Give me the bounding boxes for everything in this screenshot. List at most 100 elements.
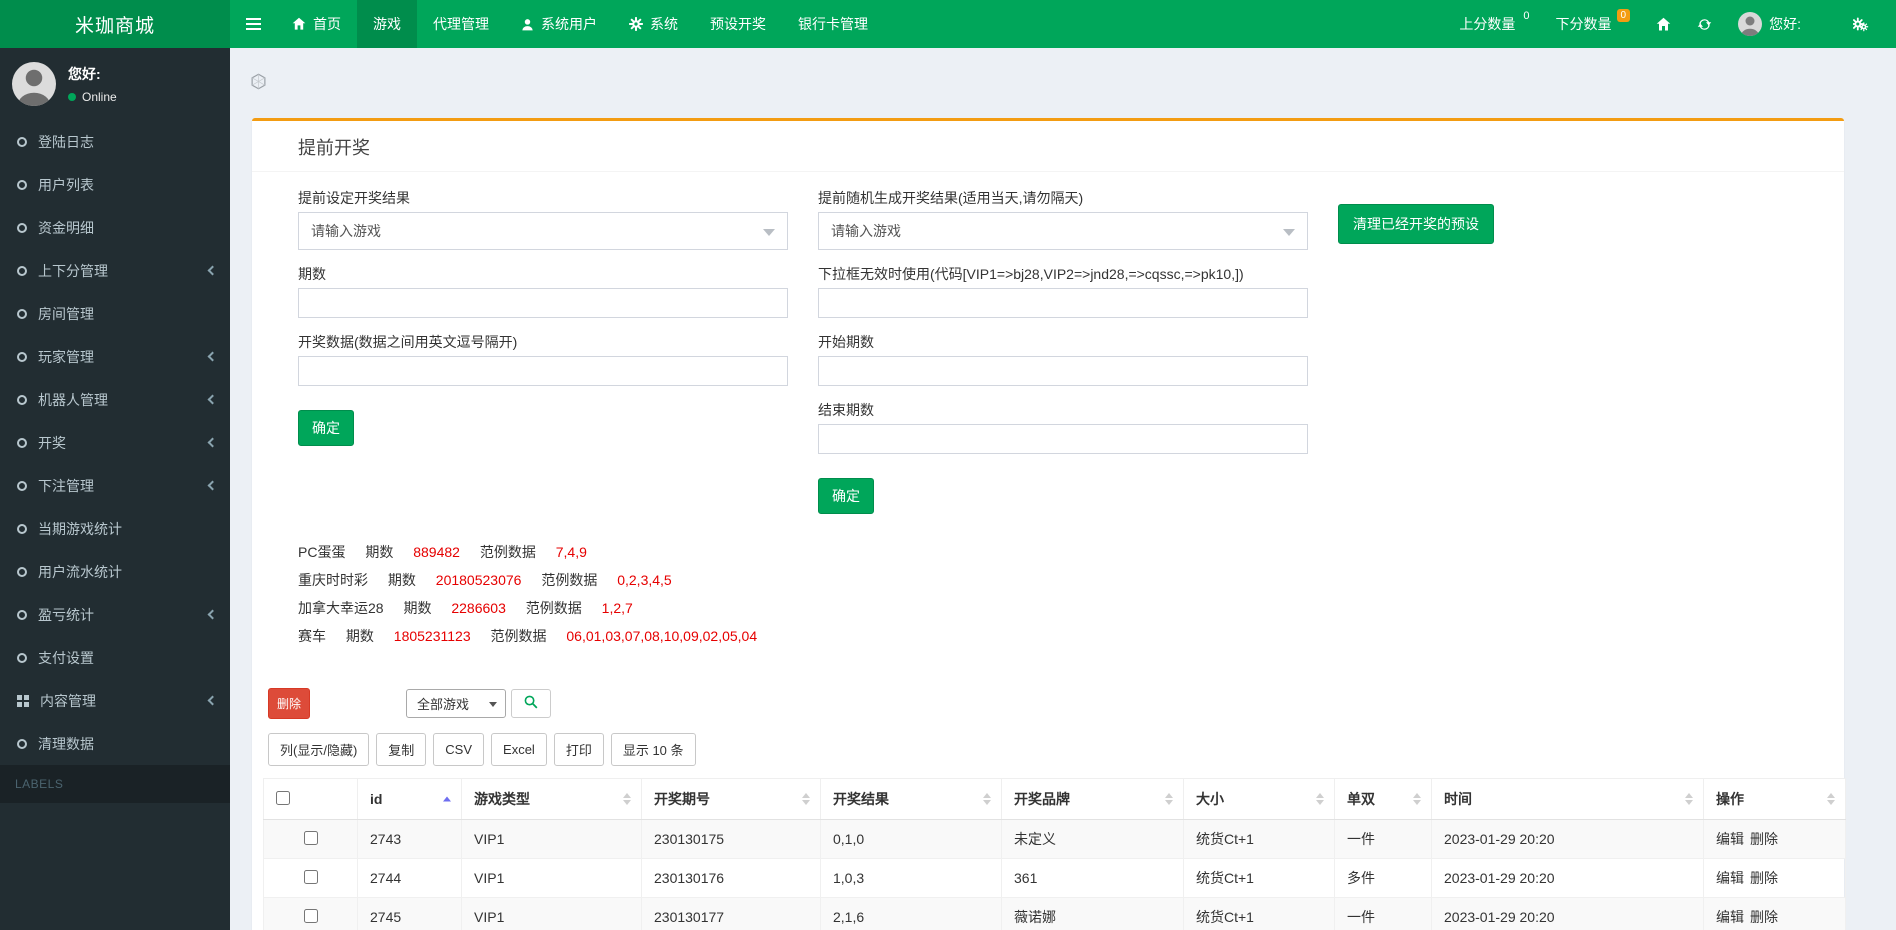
delete-button[interactable]: 删除 xyxy=(268,688,310,719)
sidebar-item-bet-mgmt[interactable]: 下注管理 xyxy=(0,464,230,507)
sidebar-item-robot-mgmt[interactable]: 机器人管理 xyxy=(0,378,230,421)
column-header-size[interactable]: 大小 xyxy=(1184,779,1335,820)
code-input[interactable] xyxy=(818,288,1308,318)
clear-drawn-presets-button[interactable]: 清理已经开奖的预设 xyxy=(1338,204,1494,244)
circle-icon xyxy=(17,653,27,663)
sidebar-section-header: LABELS xyxy=(0,765,230,803)
example-line: 加拿大幸运28 期数 2286603 范例数据 1,2,7 xyxy=(298,594,1798,622)
sidebar-item-score-mgmt[interactable]: 上下分管理 xyxy=(0,249,230,292)
game-filter-select[interactable]: 全部游戏 xyxy=(406,689,506,718)
column-header-actions[interactable]: 操作 xyxy=(1704,779,1846,820)
sidebar-item-login-log[interactable]: 登陆日志 xyxy=(0,120,230,163)
nav-item-bankcards[interactable]: 银行卡管理 xyxy=(782,0,884,48)
sort-icon xyxy=(1413,793,1421,805)
csv-button[interactable]: CSV xyxy=(433,733,484,766)
user-icon xyxy=(521,18,534,31)
delete-link[interactable]: 删除 xyxy=(1750,909,1778,925)
start-period-input[interactable] xyxy=(818,356,1308,386)
draw-data-input[interactable] xyxy=(298,356,788,386)
sort-icon xyxy=(802,793,810,805)
circle-icon xyxy=(17,266,27,276)
nav-item-games[interactable]: 游戏 xyxy=(357,0,417,48)
sidebar-item-user-list[interactable]: 用户列表 xyxy=(0,163,230,206)
table-row: 2743 VIP1 230130175 0,1,0 未定义 统货Ct+1 一件 … xyxy=(264,820,1846,859)
preset-forms: 提前设定开奖结果 请输入游戏 期数 开奖数据(数据之间用英文逗号隔开) 确定 提… xyxy=(252,172,1844,514)
random-result-label: 提前随机生成开奖结果(适用当天,请勿隔天) xyxy=(818,190,1308,207)
table-toolbar: 列(显示/隐藏) 复制 CSV Excel 打印 显示 10 条 xyxy=(263,719,1833,778)
circle-icon xyxy=(17,223,27,233)
brand-logo[interactable]: 米珈商城 xyxy=(0,0,230,48)
column-header-time[interactable]: 时间 xyxy=(1432,779,1704,820)
edit-link[interactable]: 编辑 xyxy=(1716,870,1744,886)
column-header-draw-period[interactable]: 开奖期号 xyxy=(642,779,821,820)
sidebar-toggle-button[interactable] xyxy=(230,0,276,48)
end-period-input[interactable] xyxy=(818,424,1308,454)
example-line: 赛车 期数 1805231123 范例数据 06,01,03,07,08,10,… xyxy=(298,622,1798,650)
home-shortcut-button[interactable] xyxy=(1643,17,1684,32)
sidebar-item-user-flow-stats[interactable]: 用户流水统计 xyxy=(0,550,230,593)
excel-button[interactable]: Excel xyxy=(491,733,547,766)
delete-link[interactable]: 删除 xyxy=(1750,870,1778,886)
sidebar-item-fund-detail[interactable]: 资金明细 xyxy=(0,206,230,249)
gears-icon xyxy=(1853,16,1869,32)
period-input[interactable] xyxy=(298,288,788,318)
top-navbar: 米珈商城 首页 游戏 代理管理 系统用户 系统 预设开奖 xyxy=(0,0,1896,48)
nav-item-preset-draw[interactable]: 预设开奖 xyxy=(694,0,782,48)
sidebar: 您好: Online 登陆日志 用户列表 资金明细 上下分管理 房间管理 玩家管… xyxy=(0,48,230,930)
nav-item-system[interactable]: 系统 xyxy=(613,0,694,48)
preset-draw-panel: 提前开奖 提前设定开奖结果 请输入游戏 期数 开奖数据(数据之间用英文逗号隔开)… xyxy=(252,118,1844,930)
nav-item-agents[interactable]: 代理管理 xyxy=(417,0,505,48)
sidebar-item-clean-data[interactable]: 清理数据 xyxy=(0,722,230,765)
game-select[interactable]: 请输入游戏 xyxy=(298,212,788,250)
table-row: 2745 VIP1 230130177 2,1,6 薇诺娜 统货Ct+1 一件 … xyxy=(264,898,1846,930)
down-score-link[interactable]: 下分数量0 xyxy=(1543,14,1644,34)
column-header-id[interactable]: id xyxy=(358,779,462,820)
refresh-icon xyxy=(1697,17,1712,32)
sidebar-item-profit-stats[interactable]: 盈亏统计 xyxy=(0,593,230,636)
sidebar-item-payment-settings[interactable]: 支付设置 xyxy=(0,636,230,679)
column-header-draw-result[interactable]: 开奖结果 xyxy=(821,779,1002,820)
chevron-left-icon xyxy=(208,610,218,620)
dashboard-hex-icon[interactable] xyxy=(250,73,267,93)
chevron-left-icon xyxy=(208,266,218,276)
end-period-label: 结束期数 xyxy=(818,402,1308,419)
caret-down-icon xyxy=(489,702,497,707)
sidebar-item-player-mgmt[interactable]: 玩家管理 xyxy=(0,335,230,378)
row-checkbox[interactable] xyxy=(304,909,318,923)
settings-button[interactable] xyxy=(1840,16,1882,32)
up-score-link[interactable]: 上分数量0 xyxy=(1446,14,1542,34)
page-length-button[interactable]: 显示 10 条 xyxy=(611,733,696,766)
delete-link[interactable]: 删除 xyxy=(1750,831,1778,847)
confirm-button[interactable]: 确定 xyxy=(298,410,354,446)
column-header-odd-even[interactable]: 单双 xyxy=(1335,779,1432,820)
sidebar-item-current-game-stats[interactable]: 当期游戏统计 xyxy=(0,507,230,550)
user-menu[interactable]: 您好: xyxy=(1725,12,1814,36)
confirm-button[interactable]: 确定 xyxy=(818,478,874,514)
game-select[interactable]: 请输入游戏 xyxy=(818,212,1308,250)
sidebar-item-draw[interactable]: 开奖 xyxy=(0,421,230,464)
sidebar-item-content-mgmt[interactable]: 内容管理 xyxy=(0,679,230,722)
column-header-brand[interactable]: 开奖品牌 xyxy=(1002,779,1184,820)
refresh-button[interactable] xyxy=(1684,17,1725,32)
row-checkbox[interactable] xyxy=(304,870,318,884)
column-header-game-type[interactable]: 游戏类型 xyxy=(462,779,642,820)
nav-item-system-users[interactable]: 系统用户 xyxy=(505,0,613,48)
sort-icon xyxy=(1165,793,1173,805)
format-examples: PC蛋蛋 期数 889482 范例数据 7,4,9 重庆时时彩 期数 20180… xyxy=(252,514,1844,650)
start-period-label: 开始期数 xyxy=(818,334,1308,351)
edit-link[interactable]: 编辑 xyxy=(1716,831,1744,847)
sidebar-menu: 登陆日志 用户列表 资金明细 上下分管理 房间管理 玩家管理 机器人管理 开奖 … xyxy=(0,120,230,765)
navbar-right: 上分数量0 下分数量0 您好: xyxy=(1446,0,1896,48)
copy-button[interactable]: 复制 xyxy=(376,733,426,766)
row-checkbox[interactable] xyxy=(304,831,318,845)
search-button[interactable] xyxy=(511,689,551,718)
chevron-left-icon xyxy=(208,696,218,706)
nav-item-home[interactable]: 首页 xyxy=(276,0,357,48)
sidebar-user-panel: 您好: Online xyxy=(0,48,230,120)
print-button[interactable]: 打印 xyxy=(554,733,604,766)
sidebar-item-room-mgmt[interactable]: 房间管理 xyxy=(0,292,230,335)
columns-visibility-button[interactable]: 列(显示/隐藏) xyxy=(268,733,369,766)
edit-link[interactable]: 编辑 xyxy=(1716,909,1744,925)
table-header-row: id 游戏类型 开奖期号 开奖结果 开奖品牌 大小 单双 时间 操作 xyxy=(264,779,1846,820)
select-all-checkbox[interactable] xyxy=(276,791,290,805)
